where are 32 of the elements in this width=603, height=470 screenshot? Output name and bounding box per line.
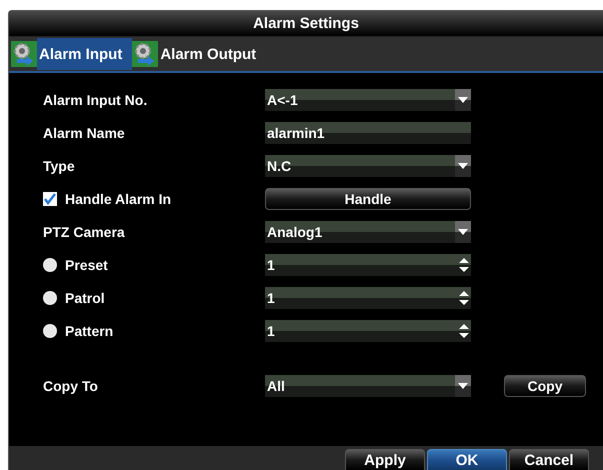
radio-button[interactable]: [43, 258, 57, 272]
dropdown-field[interactable]: Analog1: [265, 220, 471, 242]
tab[interactable]: Alarm Output: [158, 38, 266, 70]
field-label: Preset: [65, 256, 108, 272]
checkbox[interactable]: [43, 192, 57, 206]
radio-button[interactable]: [43, 290, 57, 304]
tab[interactable]: Alarm Input: [37, 38, 132, 70]
spinner-field[interactable]: 1: [265, 320, 471, 342]
text-field[interactable]: alarmin1: [265, 122, 471, 144]
field-label: Copy To: [43, 378, 98, 394]
dropdown-field[interactable]: A<-1: [265, 88, 471, 110]
handle-button[interactable]: Handle: [265, 188, 471, 210]
dialog-button[interactable]: Apply: [345, 449, 425, 470]
field-label: Type: [43, 158, 75, 174]
radio-button[interactable]: [43, 324, 57, 338]
field-label: Alarm Input No.: [43, 92, 148, 108]
dropdown-field[interactable]: All: [265, 374, 471, 396]
field-label: Alarm Name: [43, 124, 125, 140]
spinner-arrows-icon: [458, 256, 470, 272]
dropdown-field[interactable]: N.C: [265, 154, 471, 176]
spinner-field[interactable]: 1: [265, 286, 471, 308]
spinner-field[interactable]: 1: [265, 254, 471, 276]
dialog-button[interactable]: Cancel: [509, 449, 589, 470]
dialog-button[interactable]: OK: [427, 449, 507, 470]
field-label: Pattern: [65, 322, 114, 338]
field-label: Patrol: [65, 290, 105, 306]
window-title: Alarm Settings: [9, 11, 603, 37]
spinner-arrows-icon: [458, 322, 470, 338]
field-label: PTZ Camera: [43, 224, 125, 240]
spinner-arrows-icon: [458, 290, 470, 306]
copy-button[interactable]: Copy: [504, 374, 586, 396]
field-label: Handle Alarm In: [65, 190, 172, 206]
